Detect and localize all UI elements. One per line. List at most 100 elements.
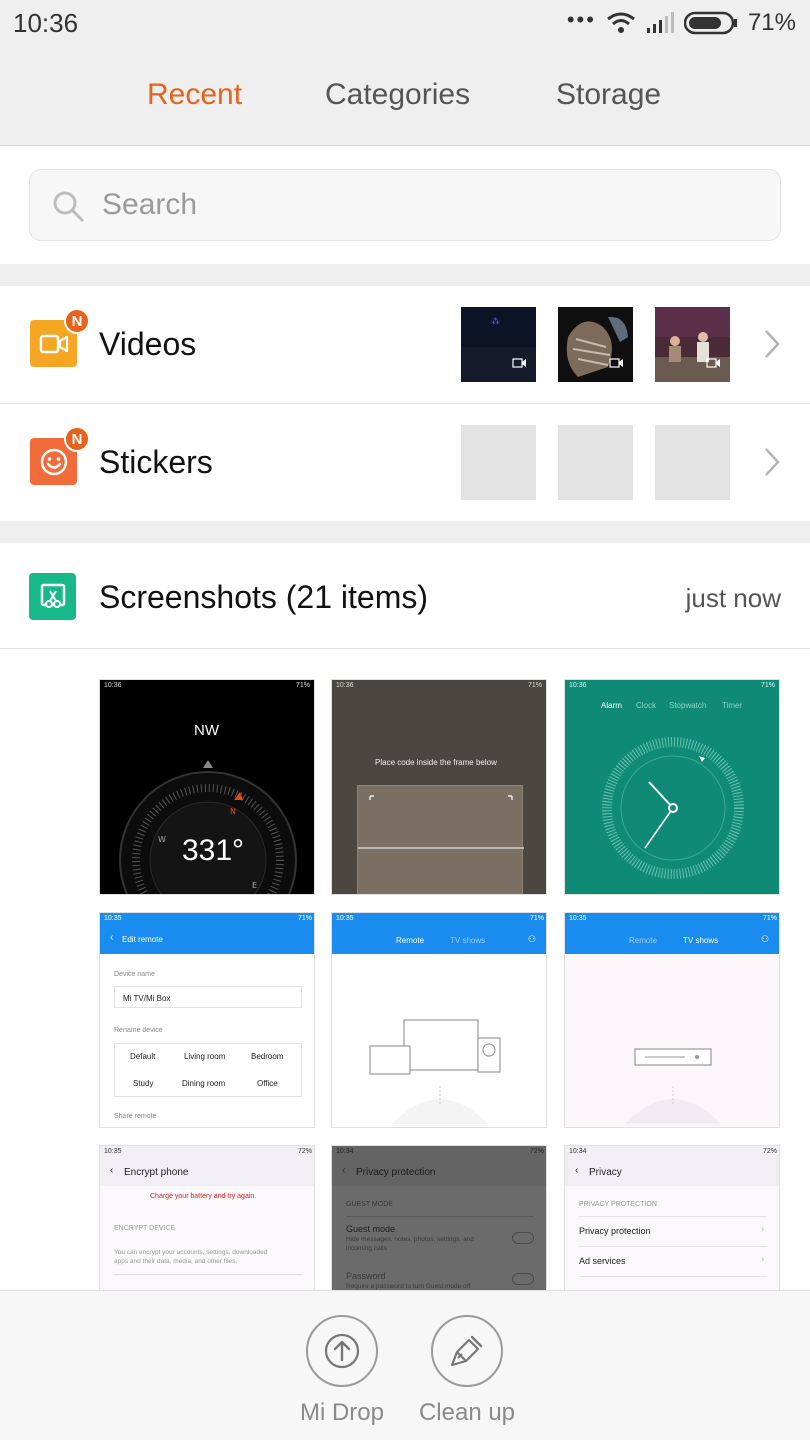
svg-text:N: N	[230, 807, 236, 816]
back-arrow-icon: ‹	[575, 1165, 579, 1176]
sticker-thumbnail[interactable]	[558, 425, 633, 500]
tab-bar: Recent Categories Storage	[0, 46, 810, 146]
tab-recent[interactable]: Recent	[147, 78, 242, 112]
chevron-right-icon: ›	[761, 1254, 765, 1265]
mi-drop-circle[interactable]	[306, 1315, 378, 1387]
tab-categories[interactable]: Categories	[325, 78, 470, 112]
thumb-battery: 71%	[762, 915, 777, 922]
screenshot-thumbnail-clock[interactable]: 10:36 71% Alarm Clock Stopwatch Timer	[564, 679, 780, 895]
edit-remote-title: Edit remote	[122, 935, 163, 944]
back-arrow-icon: ‹	[110, 932, 114, 943]
toggle-switch	[512, 1232, 534, 1244]
video-thumbnail[interactable]	[655, 307, 730, 382]
search-icon	[53, 191, 84, 222]
chevron-right-icon	[765, 448, 780, 476]
videos-label: Videos	[99, 326, 197, 362]
status-icons: ••• 71%	[566, 7, 796, 38]
signal-icon	[646, 12, 674, 33]
thumb-time: 10:36	[104, 682, 122, 689]
clock-tab-alarm: Alarm	[601, 701, 622, 710]
thumb-battery: 71%	[529, 915, 544, 922]
new-badge: N	[64, 308, 90, 334]
stickers-row[interactable]: N Stickers	[0, 404, 810, 521]
status-bar: 10:36 ••• 71%	[0, 0, 810, 46]
toggle-switch	[512, 1273, 534, 1285]
wifi-icon	[607, 12, 635, 33]
screenshot-grid: 10:36 71% NW N W E 331° 10:36 71% Place …	[0, 650, 810, 1290]
battery-icon	[683, 11, 737, 35]
clean-up-label: Clean up	[418, 1399, 516, 1426]
compass-dial-icon: N W E	[119, 760, 297, 894]
thumb-time: 10:35	[104, 915, 122, 922]
thumb-battery: 71%	[527, 682, 542, 689]
thumb-battery: 72%	[762, 1148, 777, 1155]
section-gap	[0, 264, 810, 286]
stickers-label: Stickers	[99, 444, 213, 480]
thumb-battery: 71%	[295, 682, 310, 689]
back-arrow-icon: ‹	[110, 1165, 114, 1176]
broom-icon	[450, 1335, 483, 1367]
screenshot-thumbnail-scanner[interactable]: 10:36 71% Place code inside the frame be…	[331, 679, 547, 895]
clock-dial-icon	[602, 737, 744, 879]
video-thumbnail[interactable]: ⁂	[461, 307, 536, 382]
scan-frame	[357, 785, 524, 894]
profile-icon: ⚇	[528, 934, 537, 944]
screenshots-title: Screenshots (21 items)	[99, 579, 429, 615]
chevron-right-icon	[765, 330, 780, 358]
set-top-box-illustration	[625, 1048, 721, 1124]
search-box[interactable]	[29, 169, 781, 241]
scanner-hint: Place code inside the frame below	[375, 758, 497, 767]
thumb-battery: 72%	[529, 1148, 544, 1155]
sticker-thumbnail[interactable]	[461, 425, 536, 500]
video-thumbnail[interactable]	[558, 307, 633, 382]
thumb-time: 10:34	[336, 1148, 354, 1155]
tv-devices-illustration	[369, 1019, 501, 1124]
thumb-battery: 71%	[297, 915, 312, 922]
thumb-time: 10:35	[569, 915, 587, 922]
screenshot-thumbnail-remote[interactable]: 10:35 71% Remote TV shows ⚇	[331, 912, 547, 1128]
videos-row[interactable]: N Videos ⁂	[0, 286, 810, 403]
tab-storage[interactable]: Storage	[556, 78, 661, 112]
compass-heading: NW	[194, 722, 219, 739]
clean-up-button[interactable]: Clean up	[407, 1315, 527, 1427]
screenshot-thumbnail-compass[interactable]: 10:36 71% NW N W E 331°	[99, 679, 315, 895]
more-dots-icon: •••	[566, 7, 596, 32]
bottom-action-bar: Mi Drop Clean up	[0, 1290, 810, 1440]
clock-tab-clock: Clock	[636, 701, 657, 710]
upload-arrow-icon	[324, 1333, 360, 1369]
thumb-time: 10:34	[569, 1148, 587, 1155]
thumb-battery: 71%	[760, 682, 775, 689]
chevron-right-icon: ›	[761, 1224, 765, 1235]
sticker-thumbnail[interactable]	[655, 425, 730, 500]
screenshot-thumbnail-tv-shows[interactable]: 10:35 71% Remote TV shows ⚇	[564, 912, 780, 1128]
screenshot-thumbnail-privacy-protection[interactable]: 10:34 72% ‹ Privacy protection GUEST MOD…	[331, 1145, 547, 1290]
thumb-battery: 72%	[297, 1148, 312, 1155]
screenshot-thumbnail-encrypt[interactable]: 10:35 72% ‹ Encrypt phone Charge your ba…	[99, 1145, 315, 1290]
new-badge: N	[64, 426, 90, 452]
svg-text:⁂: ⁂	[491, 316, 500, 327]
profile-icon: ⚇	[761, 934, 770, 944]
back-arrow-icon: ‹	[342, 1165, 346, 1176]
screenshot-thumbnail-privacy[interactable]: 10:34 72% ‹ Privacy PRIVACY PROTECTION P…	[564, 1145, 780, 1290]
svg-text:W: W	[158, 835, 166, 844]
thumb-time: 10:36	[336, 682, 354, 689]
screenshots-folder-icon	[29, 573, 76, 620]
thumb-time: 10:36	[569, 682, 587, 689]
thumb-time: 10:35	[104, 1148, 122, 1155]
screenshot-thumbnail-edit-remote[interactable]: 10:35 71% ‹ Edit remote Device name Mi T…	[99, 912, 315, 1128]
screenshots-header[interactable]: Screenshots (21 items) just now	[0, 543, 810, 649]
thumb-time: 10:35	[336, 915, 354, 922]
battery-percent: 71%	[747, 9, 796, 36]
screenshots-timestamp: just now	[685, 583, 781, 613]
clean-up-circle[interactable]	[431, 1315, 503, 1387]
search-section	[0, 147, 810, 264]
mi-drop-button[interactable]: Mi Drop	[282, 1315, 402, 1427]
clock-tab-stopwatch: Stopwatch	[669, 701, 707, 710]
svg-text:E: E	[252, 881, 257, 890]
section-gap	[0, 521, 810, 543]
status-time: 10:36	[13, 8, 79, 38]
clock-tab-timer: Timer	[722, 701, 743, 710]
compass-degrees: 331°	[182, 834, 245, 867]
search-input[interactable]	[102, 180, 742, 230]
mi-drop-label: Mi Drop	[299, 1399, 384, 1426]
